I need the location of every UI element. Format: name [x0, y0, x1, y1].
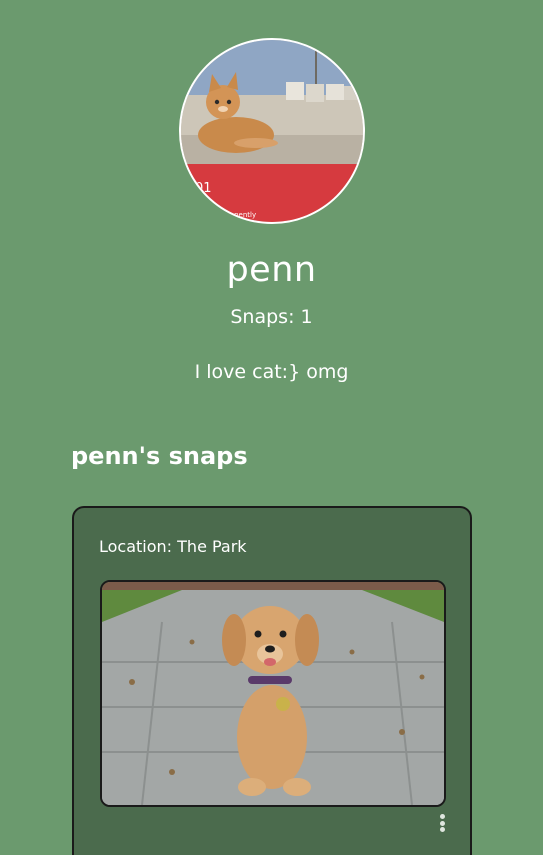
more-dot — [439, 820, 445, 826]
profile-avatar[interactable]: 01 manently — [179, 38, 365, 224]
more-dot — [439, 827, 445, 832]
profile-bio: I love cat:} omg — [194, 361, 349, 383]
snap-image[interactable] — [100, 580, 446, 807]
snap-card[interactable]: Location: The Park — [72, 506, 472, 855]
profile-page: 01 manently penn Snaps: 1 I love cat:} o… — [0, 0, 543, 855]
profile-username: penn — [226, 250, 317, 290]
snap-more-button[interactable] — [436, 812, 448, 834]
snap-count: Snaps: 1 — [230, 306, 313, 328]
more-vertical-icon — [439, 814, 445, 819]
snaps-section-title: penn's snaps — [71, 442, 248, 470]
puppy-photo-icon — [102, 582, 444, 805]
snap-location: Location: The Park — [99, 537, 247, 556]
avatar-overlay-number: 01 — [195, 181, 212, 196]
avatar-overlay-text: manently — [223, 211, 256, 219]
cat-photo-icon: 01 manently — [181, 40, 363, 222]
